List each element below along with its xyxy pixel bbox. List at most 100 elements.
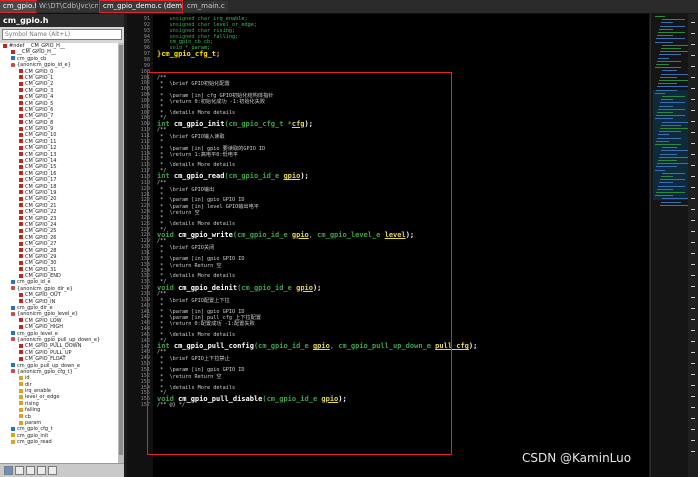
symbol-list-scrollbar[interactable]	[118, 43, 124, 463]
minimap-line	[658, 32, 685, 33]
code-line[interactable]: }cm_gpio_cfg_t;	[157, 50, 220, 58]
symbol-item-label: CM_GPIO_6	[25, 106, 54, 113]
ide-window: cm_gpio.h W:\DT\Cdb\Jvc\cm\ cm_gpio_demo…	[0, 0, 698, 477]
symbol-item-label: CM_GPIO_END	[25, 273, 61, 280]
minimap-line	[656, 38, 685, 40]
minimap-line	[662, 70, 677, 72]
scrollbar-marker	[691, 297, 695, 298]
define-icon	[19, 101, 23, 106]
enum-icon	[11, 62, 15, 67]
symbol-item-label: CM_GPIO_30	[25, 260, 57, 267]
symbol-item-label: cm_gpio_dir_e	[17, 305, 53, 312]
enum-icon	[11, 311, 15, 316]
define-icon	[19, 120, 23, 125]
symbol-item-label: {anonicm_gpio_id_e}	[17, 62, 71, 69]
tab-cm-main[interactable]: cm_main.c	[184, 1, 228, 12]
minimap-line	[658, 83, 677, 85]
define-icon	[19, 113, 23, 118]
symbol-item[interactable]: cm_gpio_read	[0, 439, 118, 445]
symbol-item-label: rising	[25, 400, 39, 407]
tab-path[interactable]: W:\DT\Cdb\Jvc\cm\	[36, 1, 98, 12]
scrollbar-marker	[691, 418, 695, 419]
type-icon	[11, 426, 15, 431]
symbol-item-label: CM_GPIO_2	[25, 81, 54, 88]
symbol-item-label: cm_gpio_id_e	[17, 279, 51, 286]
minimap-line	[659, 28, 673, 30]
symbol-window-title: cm_gpio.h	[0, 14, 124, 27]
symbol-item-label: CM_GPIO_22	[25, 209, 57, 216]
symbol-item-label: CM_GPIO_15	[25, 164, 57, 171]
scrollbar-marker	[691, 143, 695, 144]
minimap-line	[659, 54, 681, 56]
define-icon	[19, 94, 23, 99]
symbol-item-label: CM_GPIO_14	[25, 158, 57, 165]
define-icon	[19, 222, 23, 227]
define-icon	[19, 350, 23, 355]
minimap-line	[657, 86, 689, 88]
field-icon	[11, 439, 15, 444]
code-token: ;	[216, 49, 221, 58]
scrollbar-marker	[691, 429, 695, 430]
define-icon	[19, 216, 23, 221]
symbol-sort-button[interactable]	[37, 466, 46, 475]
symbol-filter-button[interactable]	[26, 466, 35, 475]
watermark: CSDN @KaminLuo	[522, 451, 632, 465]
field-icon	[19, 388, 23, 393]
symbol-item-label: {anonicm_gpio_pull_up_down_e}	[17, 336, 101, 343]
define-icon	[19, 228, 23, 233]
scrollbar-marker	[691, 77, 695, 78]
symbol-item-label: CM_GPIO_PULL_DOWN	[25, 343, 82, 350]
scrollbar-marker	[691, 176, 695, 177]
symbol-list-scroll-thumb[interactable]	[119, 45, 123, 455]
scrollbar-marker	[691, 374, 695, 375]
minimap-line	[655, 118, 673, 120]
minimap-line	[662, 96, 685, 97]
minimap-line	[661, 201, 681, 203]
minimap-line	[662, 19, 685, 21]
define-icon	[19, 171, 23, 176]
define-icon	[19, 132, 23, 137]
minimap-line	[662, 172, 685, 174]
symbol-item-label: CM_GPIO_29	[25, 253, 57, 260]
symbol-item-label: CM_GPIO_1	[25, 74, 54, 81]
scrollbar-marker	[691, 264, 695, 265]
symbol-item-label: CM_GPIO_3	[25, 87, 54, 94]
minimap-line	[658, 134, 669, 136]
define-icon	[19, 273, 23, 278]
scrollbar-marker	[691, 33, 695, 34]
minimap-line	[657, 137, 681, 139]
symbol-view-list-button[interactable]	[4, 466, 13, 475]
minimap-line	[656, 115, 685, 117]
symbol-item-label: CM_GPIO_16	[25, 170, 57, 177]
scrollbar-marker	[691, 407, 695, 408]
symbol-item-label: {anonicm_gpio_dir_e}	[17, 285, 73, 292]
scrollbar-marker	[691, 308, 695, 309]
symbol-item-label: CM_GPIO_IN	[25, 298, 56, 305]
tab-cm-gpio-h[interactable]: cm_gpio.h	[0, 0, 37, 13]
code-token: cm_gpio_cfg_t	[161, 49, 217, 58]
minimap-line	[661, 150, 689, 152]
minimap-header	[651, 0, 698, 13]
minimap-line	[660, 179, 685, 181]
tab-cm-gpio-demo[interactable]: cm_gpio_demo.c (demo)	[99, 0, 183, 13]
symbol-item-label: CM_GPIO_20	[25, 196, 57, 203]
scrollbar-marker	[691, 451, 695, 452]
define-icon	[11, 49, 15, 54]
scrollbar-marker	[691, 363, 695, 364]
scrollbar-marker	[691, 385, 695, 386]
type-icon	[11, 56, 15, 61]
symbol-refresh-button[interactable]	[48, 466, 57, 475]
symbol-item-label: CM_GPIO_18	[25, 183, 57, 190]
scrollbar-marker	[691, 198, 695, 199]
symbol-item-label: CM_GPIO_21	[25, 202, 57, 209]
symbol-item-label: cm_gpio_init	[17, 432, 49, 439]
symbol-view-tree-button[interactable]	[15, 466, 24, 475]
symbol-item-label: CM_GPIO_12	[25, 145, 57, 152]
code-editor[interactable]: 91 92 93 94 95 96 97 98 99 100 101 102 103 104 105 106 1…	[127, 14, 649, 477]
symbol-item-label: CM_GPIO_FLOAT	[25, 356, 66, 363]
scrollbar-marker	[691, 341, 695, 342]
scrollbar-marker	[691, 253, 695, 254]
define-icon	[19, 69, 23, 74]
field-icon	[11, 433, 15, 438]
symbol-search-input[interactable]	[2, 29, 122, 40]
